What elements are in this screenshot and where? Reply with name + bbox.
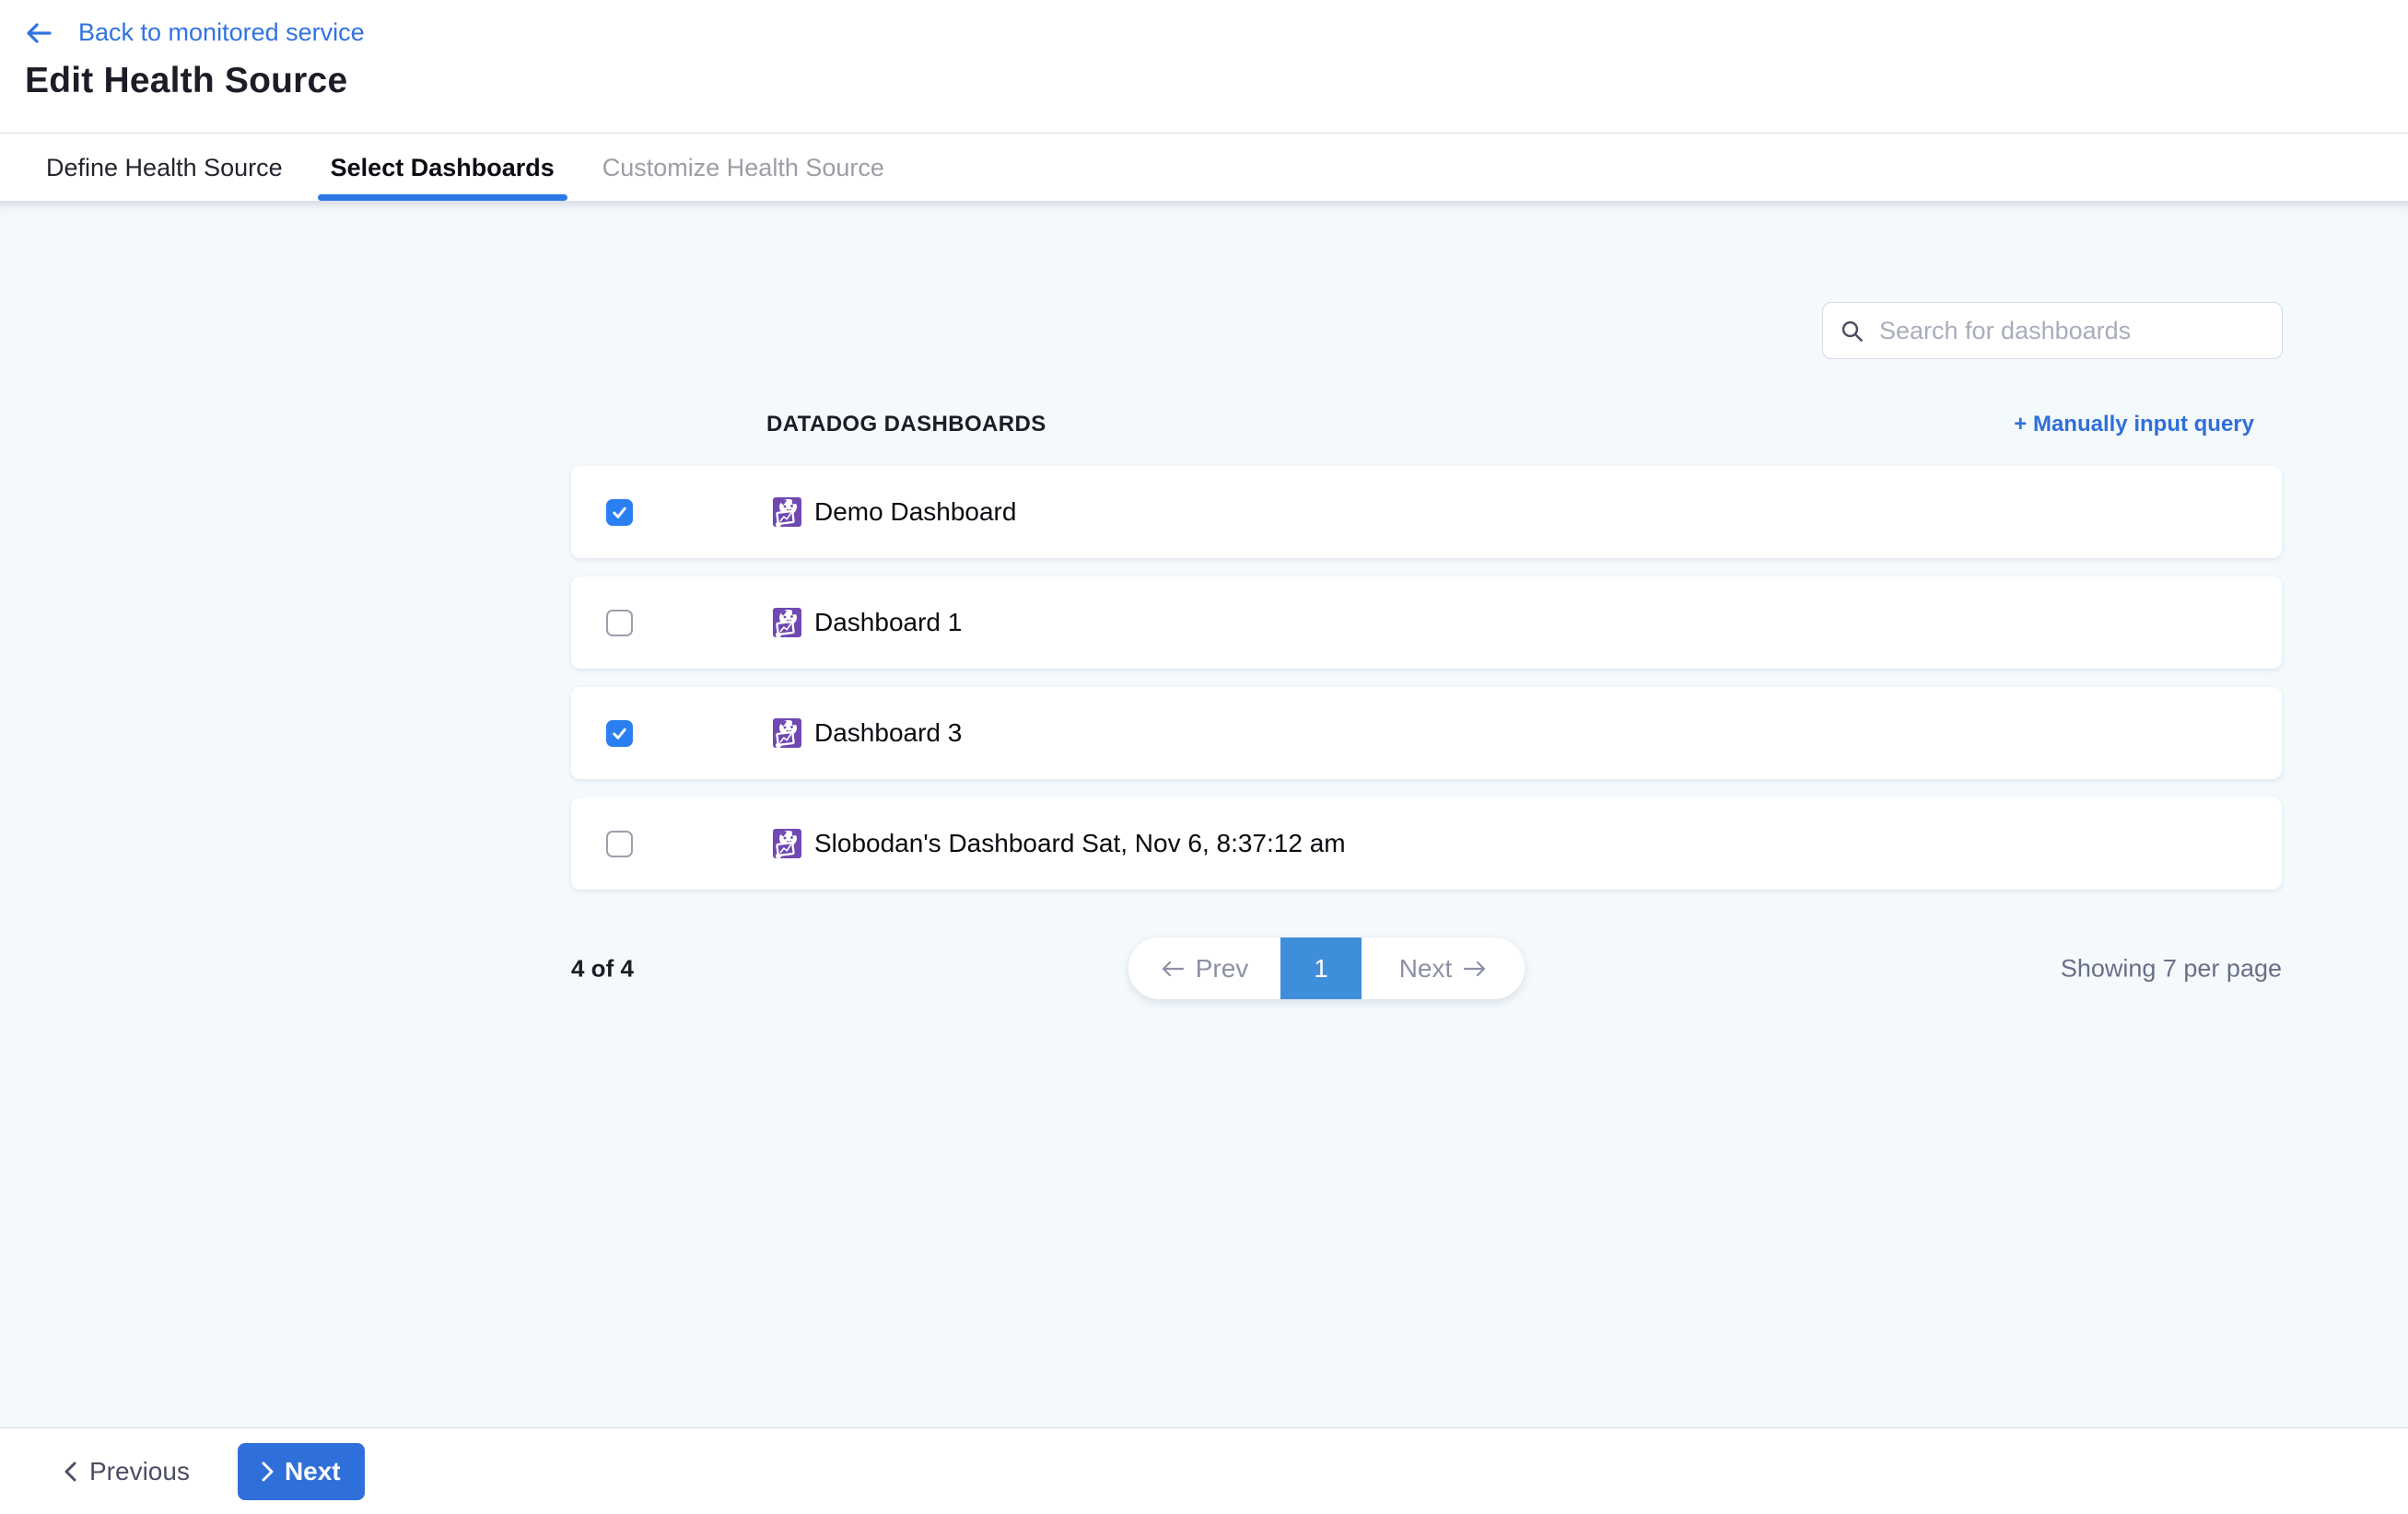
dashboard-list: Demo Dashboard	[571, 466, 2282, 908]
row-main: Dashboard 3	[772, 716, 962, 750]
previous-button-label: Previous	[89, 1457, 190, 1486]
next-button[interactable]: Next	[238, 1443, 365, 1500]
row-checkbox-unchecked[interactable]	[606, 610, 633, 636]
row-label: Slobodan's Dashboard Sat, Nov 6, 8:37:12…	[814, 829, 1346, 858]
per-page-label: Showing 7 per page	[2061, 954, 2282, 983]
list-title: DATADOG DASHBOARDS	[766, 412, 1046, 437]
search-input[interactable]	[1879, 317, 2265, 345]
row-main: Demo Dashboard	[772, 495, 1016, 529]
datadog-logo-icon	[772, 827, 803, 860]
checkmark-icon	[611, 504, 628, 521]
result-count: 4 of 4	[571, 954, 634, 983]
checkmark-icon	[611, 725, 628, 742]
chevron-right-icon	[262, 1462, 274, 1482]
row-label: Demo Dashboard	[814, 497, 1016, 527]
page-title: Edit Health Source	[25, 61, 347, 101]
row-main: Slobodan's Dashboard Sat, Nov 6, 8:37:12…	[772, 827, 1346, 860]
dashboard-row[interactable]: Dashboard 3	[571, 687, 2282, 779]
row-checkbox-checked[interactable]	[606, 499, 633, 526]
previous-button[interactable]: Previous	[64, 1457, 190, 1486]
list-header-row: DATADOG DASHBOARDS + Manually input quer…	[571, 407, 2282, 442]
dashboard-search-box	[1822, 302, 2283, 359]
row-checkbox-checked[interactable]	[606, 720, 633, 747]
next-button-label: Next	[285, 1457, 341, 1486]
pagination-prev-button[interactable]: Prev	[1128, 938, 1280, 999]
pagination-page-1[interactable]: 1	[1280, 938, 1362, 999]
tab-bar: Define Health Source Select Dashboards C…	[0, 134, 2408, 201]
datadog-logo-icon	[772, 716, 803, 750]
dashboard-row[interactable]: Slobodan's Dashboard Sat, Nov 6, 8:37:12…	[571, 798, 2282, 890]
manually-input-query-link[interactable]: + Manually input query	[2014, 412, 2254, 437]
row-checkbox-unchecked[interactable]	[606, 831, 633, 857]
tab-select-dashboards[interactable]: Select Dashboards	[331, 134, 555, 201]
dashboard-row[interactable]: Demo Dashboard	[571, 466, 2282, 558]
row-label: Dashboard 3	[814, 718, 962, 748]
tab-customize-health-source[interactable]: Customize Health Source	[602, 134, 884, 201]
footer-bar: Previous Next	[0, 1427, 2408, 1514]
datadog-logo-icon	[772, 495, 803, 529]
back-arrow-icon	[25, 21, 53, 45]
row-label: Dashboard 1	[814, 608, 962, 637]
pagination-next-button[interactable]: Next	[1362, 938, 1525, 999]
tab-define-health-source[interactable]: Define Health Source	[46, 134, 283, 201]
back-to-monitored-service-link[interactable]: Back to monitored service	[25, 18, 365, 47]
top-header: Back to monitored service Edit Health So…	[0, 0, 2408, 134]
chevron-left-icon	[64, 1462, 76, 1482]
dashboard-row[interactable]: Dashboard 1	[571, 576, 2282, 669]
arrow-left-icon	[1161, 960, 1185, 978]
pager: Prev 1 Next	[1128, 938, 1525, 999]
content-area: DATADOG DASHBOARDS + Manually input quer…	[0, 201, 2408, 1427]
back-link-label[interactable]: Back to monitored service	[78, 18, 365, 47]
row-main: Dashboard 1	[772, 606, 962, 639]
pagination-prev-label: Prev	[1196, 954, 1249, 984]
arrow-right-icon	[1463, 960, 1487, 978]
datadog-logo-icon	[772, 606, 803, 639]
search-icon	[1840, 319, 1864, 344]
pagination-row: 4 of 4 Prev 1 Next Showing 7 p	[571, 938, 2282, 999]
pagination-next-label: Next	[1399, 954, 1453, 984]
